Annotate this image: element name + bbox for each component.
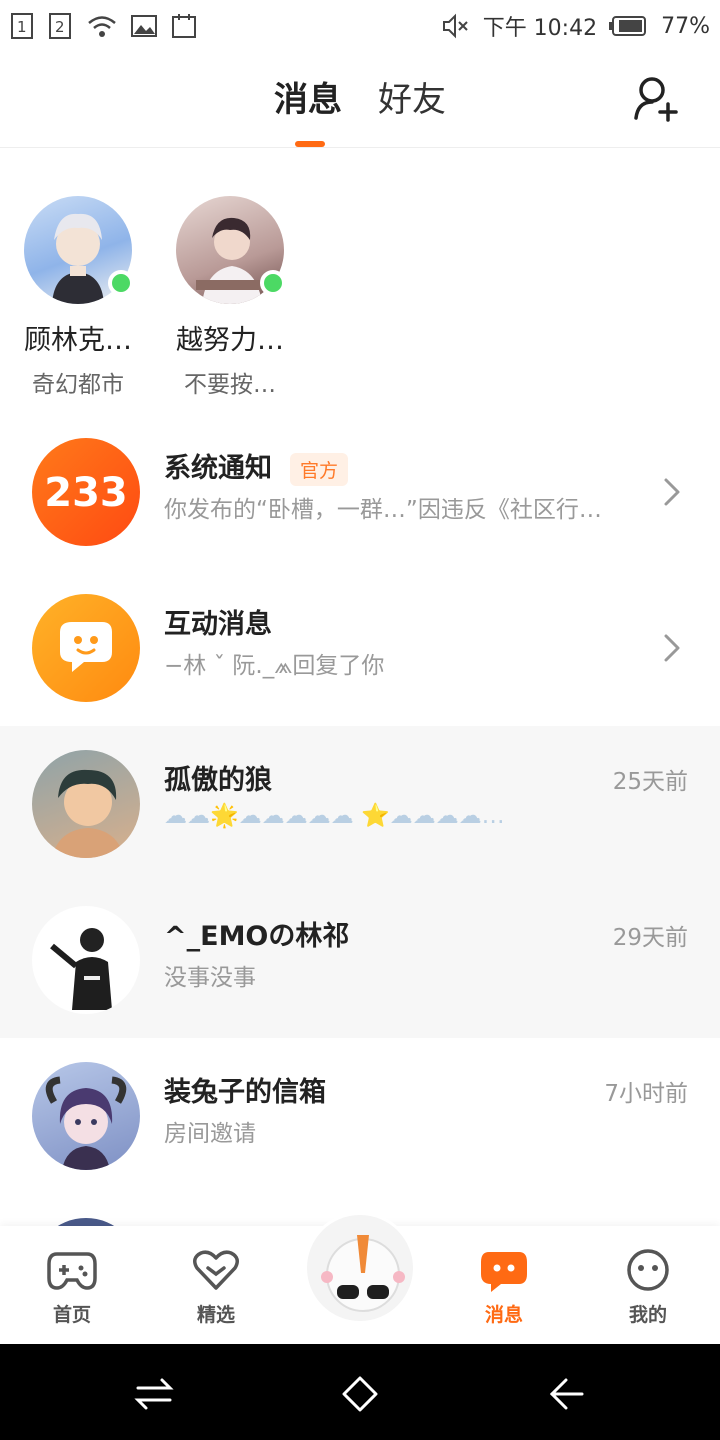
- system-notification-row[interactable]: 233 系统通知 官方 你发布的“卧槽，一群…”因违反《社区行…: [0, 414, 720, 570]
- battery-icon: [609, 14, 649, 38]
- conversation-row[interactable]: 孤傲的狼 ☁☁🌟☁☁☁☁☁ ⭐☁☁☁☁… 25天前: [0, 726, 720, 882]
- svg-text:2: 2: [55, 18, 65, 36]
- chevron-right-icon: [664, 478, 680, 506]
- mute-icon: [441, 12, 471, 40]
- status-bar: 1 2 下午 10:42 77%: [0, 0, 720, 52]
- status-right: 下午 10:42 77%: [441, 10, 710, 42]
- sim2-icon: 2: [48, 12, 74, 40]
- nav-label: 我的: [628, 1304, 667, 1326]
- chevron-right-icon: [664, 634, 680, 662]
- heart-icon: [193, 1250, 239, 1290]
- clock-text: 下午 10:42: [482, 16, 598, 41]
- friend-name: 顾林克…: [24, 325, 132, 356]
- tab-indicator: [295, 141, 325, 147]
- image-icon: [130, 13, 158, 39]
- official-badge: 官方: [290, 453, 349, 486]
- friend-game: 奇幻都市: [32, 372, 124, 398]
- system-notification-title: 系统通知: [164, 453, 272, 484]
- avatar: [32, 1062, 140, 1170]
- online-friend-2[interactable]: 越努力… 不要按…: [155, 196, 305, 399]
- avatar: [24, 196, 134, 304]
- system-nav-bar: [0, 1344, 720, 1440]
- friend-name: 越努力…: [176, 325, 284, 356]
- conversation-row[interactable]: ^_EMOの林祁 没事没事 29天前: [0, 882, 720, 1038]
- calendar-icon: [170, 12, 198, 40]
- home-icon[interactable]: [340, 1374, 380, 1414]
- avatar: [32, 906, 140, 1014]
- contact-name: 孤傲的狼: [164, 765, 272, 796]
- nav-me[interactable]: 我的: [598, 1248, 698, 1327]
- add-user-icon[interactable]: [632, 74, 680, 122]
- contact-name: ^_EMOの林祁: [164, 921, 350, 952]
- nav-label: 首页: [52, 1304, 91, 1326]
- row-time: 25天前: [612, 769, 688, 795]
- online-friend-1[interactable]: 顾林克… 奇幻都市: [3, 196, 153, 399]
- face-icon: [627, 1249, 669, 1291]
- row-preview: 没事没事: [164, 965, 256, 991]
- svg-text:233: 233: [44, 470, 128, 516]
- interaction-messages-row[interactable]: 互动消息 −林 ˇ 阮._⩕回复了你: [0, 570, 720, 726]
- gamepad-icon: [47, 1252, 97, 1290]
- recent-apps-icon[interactable]: [134, 1374, 174, 1414]
- nav-messages[interactable]: 消息: [454, 1248, 554, 1327]
- tab-friends[interactable]: 好友: [378, 72, 446, 121]
- back-icon[interactable]: [546, 1374, 586, 1414]
- system-notification-icon: 233: [32, 438, 140, 546]
- row-preview: −林 ˇ 阮._⩕回复了你: [164, 653, 385, 679]
- row-title: 系统通知 官方: [164, 446, 349, 486]
- avatar: [176, 196, 286, 304]
- conversation-row[interactable]: 装兔子的信箱 房间邀请 7小时前: [0, 1038, 720, 1194]
- row-time: 29天前: [612, 925, 688, 951]
- svg-text:1: 1: [17, 18, 27, 36]
- friend-game: 不要按…: [184, 372, 276, 398]
- nav-home[interactable]: 首页: [22, 1248, 122, 1327]
- nav-featured[interactable]: 精选: [166, 1248, 266, 1327]
- center-avatar-button[interactable]: [304, 1212, 416, 1324]
- interaction-icon: [32, 594, 140, 702]
- online-indicator: [260, 270, 286, 296]
- online-indicator: [108, 270, 134, 296]
- tab-messages[interactable]: 消息: [274, 72, 342, 121]
- status-left: 1 2: [10, 12, 198, 40]
- sim1-icon: 1: [10, 12, 36, 40]
- row-preview: 房间邀请: [164, 1121, 256, 1147]
- online-friends: 顾林克… 奇幻都市 越努力… 不要按…: [0, 180, 720, 400]
- message-icon: [481, 1252, 527, 1292]
- row-time: 7小时前: [604, 1081, 688, 1107]
- row-preview: 你发布的“卧槽，一群…”因违反《社区行…: [164, 497, 602, 523]
- nav-label: 消息: [484, 1304, 523, 1326]
- header: 消息 好友: [0, 52, 720, 148]
- nav-label: 精选: [196, 1304, 235, 1326]
- contact-name: 装兔子的信箱: [164, 1077, 326, 1108]
- battery-text: 77%: [661, 13, 710, 39]
- row-preview: ☁☁🌟☁☁☁☁☁ ⭐☁☁☁☁…: [164, 803, 505, 829]
- row-title: 互动消息: [164, 609, 272, 640]
- wifi-icon: [86, 12, 118, 40]
- avatar: [32, 750, 140, 858]
- message-list: 233 系统通知 官方 你发布的“卧槽，一群…”因违反《社区行… 互动消息 −林 …: [0, 414, 720, 1326]
